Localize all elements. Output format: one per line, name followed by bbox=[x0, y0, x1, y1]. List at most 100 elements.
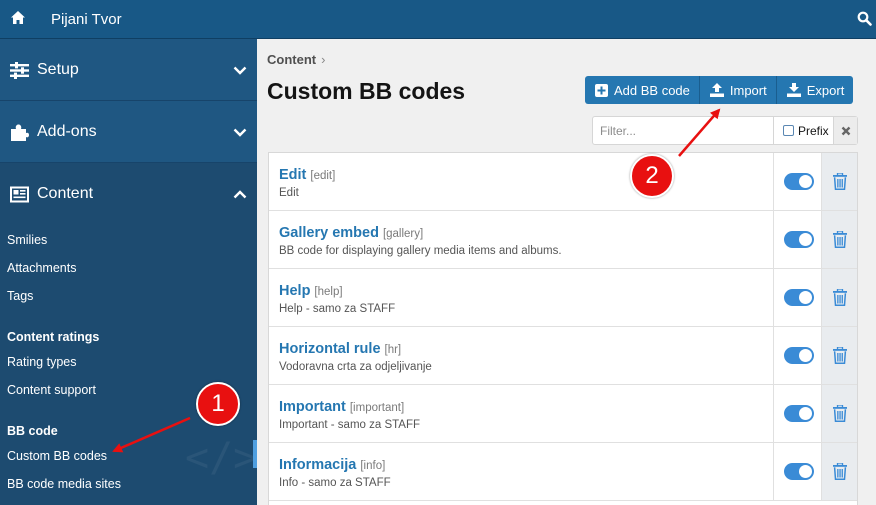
table-row: Horizontal rule [hr] Vodoravna crta za od… bbox=[269, 327, 857, 385]
sidebar-heading-bb-code: BB code bbox=[7, 424, 58, 438]
breadcrumb-content-link[interactable]: Content bbox=[267, 52, 316, 67]
toggle-knob bbox=[799, 175, 812, 188]
row-main-link[interactable]: Informacija [info] Info - samo za STAFF bbox=[269, 443, 773, 500]
toggle-knob bbox=[799, 465, 812, 478]
bb-code-description: Important - samo za STAFF bbox=[279, 419, 421, 431]
code-watermark-icon: </> bbox=[185, 435, 257, 481]
trash-icon bbox=[833, 347, 847, 364]
upload-icon bbox=[709, 83, 724, 97]
sidebar-section-setup[interactable]: Setup bbox=[0, 39, 257, 101]
prefix-checkbox[interactable]: Prefix bbox=[773, 117, 833, 144]
bb-code-title[interactable]: Help [help] bbox=[279, 283, 343, 299]
row-main-link[interactable]: Help [help] Help - samo za STAFF bbox=[269, 269, 773, 326]
bb-code-title[interactable]: Horizontal rule [hr] bbox=[279, 341, 401, 357]
sidebar-item-attachments[interactable]: Attachments bbox=[7, 261, 76, 275]
home-icon[interactable] bbox=[10, 10, 26, 26]
annotation-badge-2: 2 bbox=[630, 154, 674, 198]
import-button[interactable]: Import bbox=[699, 76, 777, 104]
bb-code-tag: [edit] bbox=[310, 170, 336, 182]
prefix-label: Prefix bbox=[798, 123, 829, 138]
delete-button[interactable] bbox=[821, 443, 857, 500]
plus-square-icon bbox=[595, 83, 608, 97]
table-row: Important [important] Important - samo za… bbox=[269, 385, 857, 443]
enable-toggle[interactable] bbox=[784, 347, 814, 364]
add-bb-code-label: Add BB code bbox=[614, 82, 690, 98]
row-main-link[interactable]: Gallery embed [gallery] BB code for displ… bbox=[269, 211, 773, 268]
add-bb-code-button[interactable]: Add BB code bbox=[585, 76, 700, 104]
delete-button[interactable] bbox=[821, 153, 857, 210]
bb-code-description: Edit bbox=[279, 187, 299, 199]
enable-toggle[interactable] bbox=[784, 289, 814, 306]
sidebar-item-custom-bb-codes[interactable]: Custom BB codes bbox=[7, 449, 107, 463]
sidebar-section-content[interactable]: Content bbox=[0, 163, 257, 225]
bb-code-name: Edit bbox=[279, 167, 307, 183]
delete-button[interactable] bbox=[821, 269, 857, 326]
toggle-knob bbox=[799, 349, 812, 362]
toggle-cell bbox=[773, 385, 821, 442]
sidebar-heading-content-ratings: Content ratings bbox=[7, 330, 100, 344]
filter-input[interactable] bbox=[593, 117, 773, 144]
sidebar-section-addons[interactable]: Add-ons bbox=[0, 101, 257, 163]
toggle-knob bbox=[799, 407, 812, 420]
close-icon bbox=[841, 126, 850, 135]
delete-button[interactable] bbox=[821, 385, 857, 442]
sidebar-item-content-support[interactable]: Content support bbox=[7, 383, 96, 397]
toggle-cell bbox=[773, 443, 821, 500]
sliders-icon bbox=[10, 62, 29, 79]
annotation-badge-1: 1 bbox=[196, 382, 240, 426]
row-main-link[interactable]: Important [important] Important - samo za… bbox=[269, 385, 773, 442]
trash-icon bbox=[833, 463, 847, 480]
delete-button[interactable] bbox=[821, 327, 857, 384]
search-icon[interactable] bbox=[857, 11, 872, 26]
trash-icon bbox=[833, 173, 847, 190]
table-row: Edit [edit] Edit bbox=[269, 153, 857, 211]
bb-code-description: Help - samo za STAFF bbox=[279, 303, 396, 315]
toggle-cell bbox=[773, 269, 821, 326]
checkbox-box[interactable] bbox=[783, 125, 794, 136]
sidebar-item-bb-code-media-sites[interactable]: BB code media sites bbox=[7, 477, 121, 491]
bb-code-description: BB code for displaying gallery media ite… bbox=[279, 245, 562, 257]
enable-toggle[interactable] bbox=[784, 231, 814, 248]
sidebar-item-tags[interactable]: Tags bbox=[7, 289, 33, 303]
bb-code-title[interactable]: Important [important] bbox=[279, 399, 404, 415]
sidebar-section-label: Add-ons bbox=[37, 123, 97, 140]
bb-code-tag: [help] bbox=[314, 286, 343, 298]
bb-code-list: Edit [edit] Edit Gallery embed [gallery] B… bbox=[268, 152, 858, 505]
enable-toggle[interactable] bbox=[784, 173, 814, 190]
export-label: Export bbox=[806, 82, 845, 98]
row-main-link[interactable]: Horizontal rule [hr] Vodoravna crta za od… bbox=[269, 327, 773, 384]
admin-sidebar: Setup Add-ons Content Smilies Attachment… bbox=[0, 39, 257, 505]
breadcrumb-separator: › bbox=[321, 52, 326, 67]
action-button-group: Add BB code Import Export bbox=[585, 76, 854, 104]
enable-toggle[interactable] bbox=[784, 405, 814, 422]
bb-code-tag: [hr] bbox=[384, 344, 402, 356]
row-main-link[interactable]: Edit [edit] Edit bbox=[269, 153, 773, 210]
bb-code-title[interactable]: Gallery embed [gallery] bbox=[279, 225, 423, 241]
puzzle-icon bbox=[11, 124, 29, 141]
board-title[interactable]: Pijani Tvor bbox=[51, 11, 122, 28]
page-title: Custom BB codes bbox=[267, 78, 466, 104]
clear-filter-button[interactable] bbox=[833, 117, 857, 144]
export-button[interactable]: Export bbox=[776, 76, 854, 104]
bb-code-name: Informacija bbox=[279, 457, 357, 473]
toggle-knob bbox=[799, 291, 812, 304]
chevron-down-icon bbox=[233, 66, 247, 75]
table-row: Informacija [info] Info - samo za STAFF bbox=[269, 443, 857, 501]
sidebar-section-label: Content bbox=[37, 185, 94, 202]
download-icon bbox=[786, 83, 801, 97]
bb-code-description: Vodoravna crta za odjeljivanje bbox=[279, 361, 432, 373]
sidebar-item-smilies[interactable]: Smilies bbox=[7, 233, 47, 247]
bb-code-title[interactable]: Edit [edit] bbox=[279, 167, 335, 183]
active-indicator bbox=[253, 440, 257, 468]
bb-code-title[interactable]: Informacija [info] bbox=[279, 457, 385, 473]
bb-code-name: Important bbox=[279, 399, 346, 415]
bb-code-name: Gallery embed bbox=[279, 225, 379, 241]
sidebar-section-label: Setup bbox=[37, 61, 79, 78]
delete-button[interactable] bbox=[821, 211, 857, 268]
toggle-cell bbox=[773, 327, 821, 384]
sidebar-item-rating-types[interactable]: Rating types bbox=[7, 355, 76, 369]
enable-toggle[interactable] bbox=[784, 463, 814, 480]
trash-icon bbox=[833, 405, 847, 422]
bb-code-name: Help bbox=[279, 283, 311, 299]
bb-code-tag: [gallery] bbox=[382, 228, 424, 240]
